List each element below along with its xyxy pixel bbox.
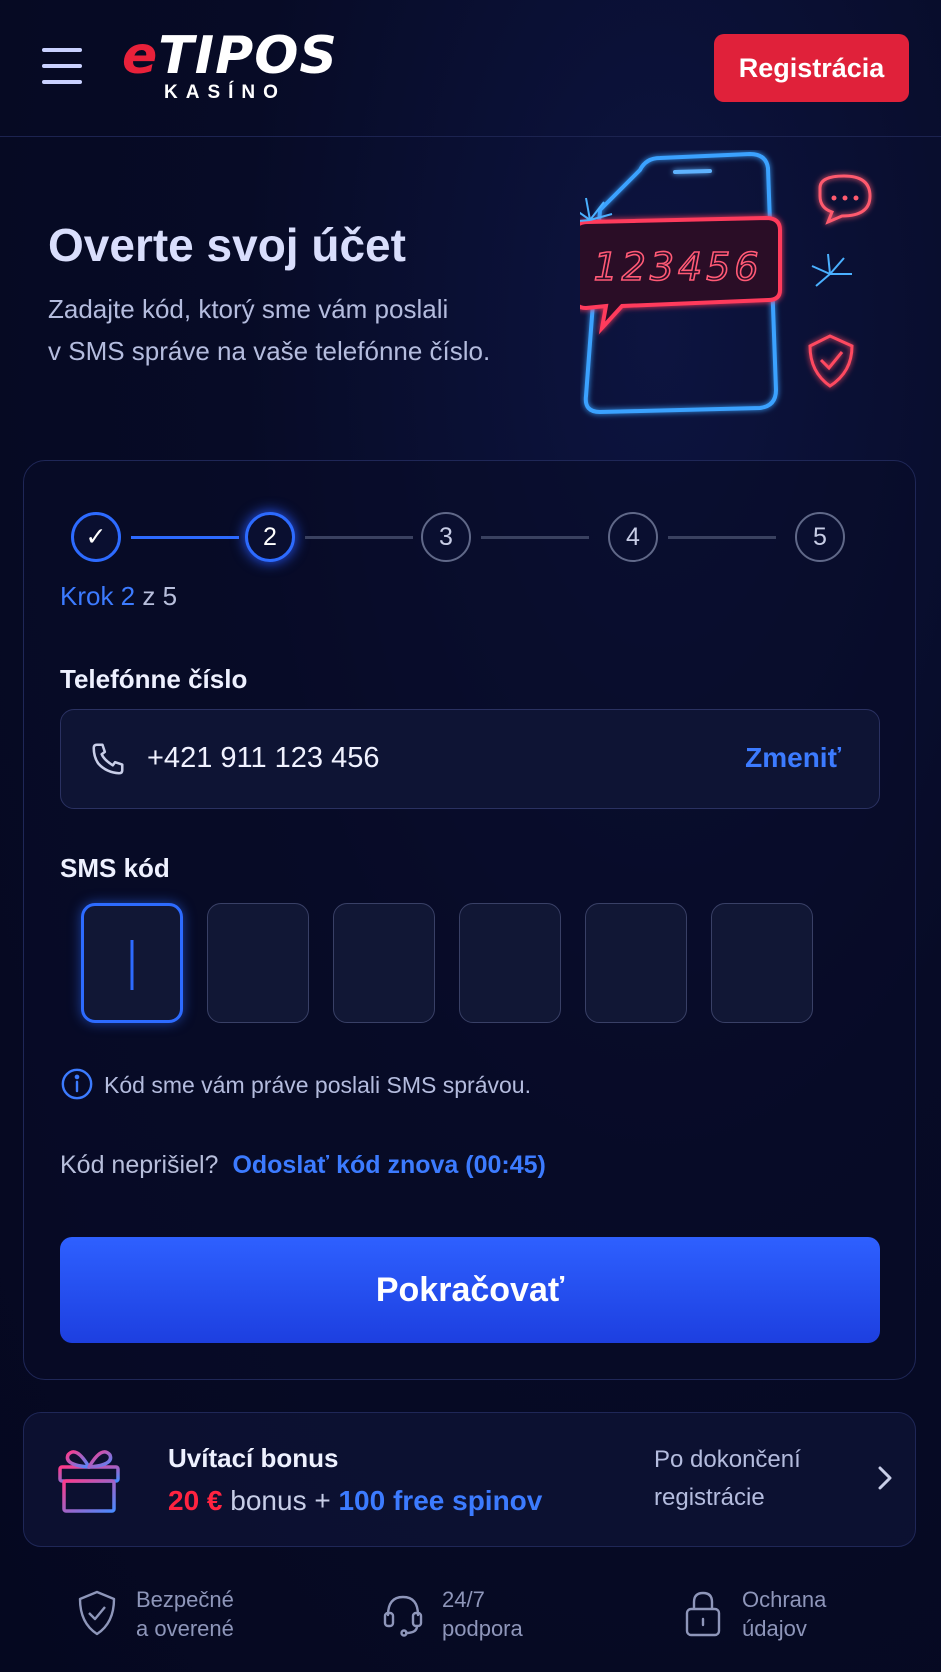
step-3: 3 xyxy=(421,512,471,562)
step-4: 4 xyxy=(608,512,658,562)
step-connector xyxy=(131,536,239,539)
trust-secure: Bezpečné a overené xyxy=(76,1585,296,1645)
welcome-bonus-banner[interactable]: Uvítací bonus 20 € bonus + 100 free spin… xyxy=(23,1412,916,1547)
gift-icon xyxy=(58,1450,120,1513)
text-cursor xyxy=(130,940,134,990)
step-connector xyxy=(481,536,589,539)
page-subtitle: Zadajte kód, ktorý sme vám poslali v SMS… xyxy=(48,294,491,366)
phone-sms-illustration: 123456 xyxy=(580,151,872,415)
phone-label: Telefónne číslo xyxy=(60,664,248,694)
headset-icon xyxy=(383,1595,423,1637)
step-connector xyxy=(668,536,776,539)
register-button[interactable]: Registrácia xyxy=(714,34,909,102)
change-phone-link[interactable]: Zmeniť xyxy=(745,742,841,774)
trust-support-text: 24/7 podpora xyxy=(442,1587,523,1641)
phone-field: +421 911 123 456 Zmeniť xyxy=(60,709,880,809)
resend-row: Kód neprišiel? Odoslať kód znova (00:45) xyxy=(60,1151,546,1180)
trust-privacy: Ochrana údajov xyxy=(682,1585,882,1645)
phone-icon xyxy=(92,743,124,775)
bonus-title: Uvítací bonus xyxy=(168,1443,339,1473)
step-1-completed: ✓ xyxy=(71,512,121,562)
trust-support: 24/7 podpora xyxy=(382,1585,582,1645)
verification-card: ✓ 2 3 4 5 Krok 2 z 5 Telefónne číslo +42… xyxy=(23,460,916,1380)
logo-wordmark: eTIPOS xyxy=(122,26,338,86)
step-connector xyxy=(305,536,413,539)
lock-icon xyxy=(685,1591,721,1637)
trust-privacy-text: Ochrana údajov xyxy=(742,1587,827,1641)
top-header: eTIPOS KASÍNO Registrácia xyxy=(0,0,941,137)
otp-digit-2[interactable] xyxy=(207,903,309,1023)
step-progress-label: Krok 2 z 5 xyxy=(60,581,178,611)
illustration-code-text: 123456 xyxy=(593,245,762,289)
otp-digit-5[interactable] xyxy=(585,903,687,1023)
resend-question: Kód neprišiel? xyxy=(60,1151,219,1179)
trust-secure-text: Bezpečné a overené xyxy=(136,1587,234,1641)
logo-subtitle: KASÍNO xyxy=(164,82,286,103)
resend-code-link[interactable]: Odoslať kód znova (00:45) xyxy=(232,1151,545,1179)
chevron-right-icon xyxy=(878,1466,892,1490)
step-5: 5 xyxy=(795,512,845,562)
sms-code-input xyxy=(81,903,881,1025)
stepper: ✓ 2 3 4 5 xyxy=(71,509,871,565)
phone-number-value: +421 911 123 456 xyxy=(147,742,380,774)
etipos-kasino-logo[interactable]: eTIPOS KASÍNO xyxy=(122,28,337,108)
bonus-description: 20 € bonus + 100 free spinov xyxy=(168,1485,543,1516)
otp-digit-1[interactable] xyxy=(81,903,183,1023)
shield-check-icon xyxy=(78,1590,116,1636)
sms-code-label: SMS kód xyxy=(60,853,170,883)
continue-button[interactable]: Pokračovať xyxy=(60,1237,880,1343)
page-title: Overte svoj účet xyxy=(48,219,406,271)
otp-digit-4[interactable] xyxy=(459,903,561,1023)
step-2-active: 2 xyxy=(245,512,295,562)
otp-digit-3[interactable] xyxy=(333,903,435,1023)
otp-digit-6[interactable] xyxy=(711,903,813,1023)
info-text: Kód sme vám práve poslali SMS správou. xyxy=(104,1072,531,1098)
bonus-condition: Po dokončení registrácie xyxy=(654,1446,801,1511)
info-icon xyxy=(61,1068,93,1100)
menu-icon[interactable] xyxy=(42,48,82,86)
